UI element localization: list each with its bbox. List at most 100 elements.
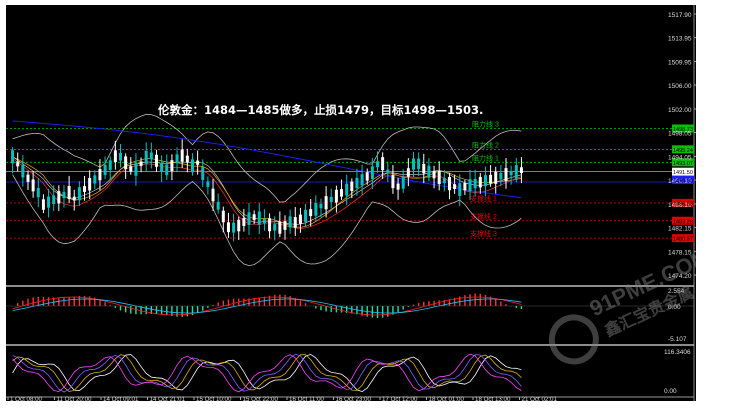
candle-body	[26, 174, 30, 182]
price-tag-label-r2: 1495.24	[673, 148, 693, 154]
candle-body	[206, 181, 210, 187]
candle-body	[247, 212, 251, 225]
candle-body	[262, 219, 266, 224]
candle-body	[401, 176, 405, 189]
macd-axis-label: 0.00	[668, 304, 681, 311]
candle-body	[226, 222, 230, 233]
candle-body	[175, 154, 179, 164]
level-lines: 阻力线 3阻力线 2阻力线 1支撑线 1支撑线 2支撑线 3	[6, 119, 694, 239]
level-label-s3: 支撑线 3	[470, 229, 497, 238]
oscillator-line	[12, 354, 522, 392]
price-axis-label: 1482.15	[668, 226, 692, 233]
candle-body	[119, 152, 123, 161]
macd-panel: 2.554 0.00 -5.107	[6, 288, 694, 343]
candle-body	[216, 201, 220, 210]
candle-body	[406, 168, 410, 177]
candle-body	[52, 195, 56, 204]
oscillator-panel: 116.3406 0.00	[12, 349, 691, 395]
candle-body	[196, 160, 200, 165]
price-axis-label: 1517.90	[668, 12, 692, 19]
candle-body	[442, 178, 446, 184]
candle-body	[149, 152, 153, 160]
oscillator-line	[12, 353, 522, 393]
candle-body	[232, 222, 236, 233]
time-axis-label: 16 Oct 11:00	[289, 396, 325, 401]
candle-body	[298, 214, 302, 224]
macd-axis-label: 2.554	[668, 288, 685, 295]
candle-body	[293, 217, 297, 228]
oscillator-line	[12, 353, 522, 393]
candle-body	[242, 218, 246, 226]
candle-body	[370, 166, 374, 179]
candle-body	[268, 218, 272, 232]
candle-body	[432, 171, 436, 179]
candle-body	[201, 166, 205, 181]
candle-body	[324, 196, 328, 210]
candle-body	[83, 186, 87, 192]
price-tag-label-blue: 1490.10	[673, 179, 693, 185]
candle-body	[483, 175, 487, 187]
candle-body	[478, 176, 482, 188]
chart-svg: 阻力线 3阻力线 2阻力线 1支撑线 1支撑线 2支撑线 3 2.554 0.00…	[6, 5, 696, 401]
candle-body	[463, 183, 467, 191]
osc-axis-label: 0.00	[664, 388, 677, 395]
time-axis-label: 18 Oct 13:00	[475, 396, 511, 401]
candle-body	[453, 184, 457, 189]
candle-body	[88, 177, 92, 191]
candle-body	[47, 196, 51, 208]
candle-body	[427, 165, 431, 178]
oscillator-line	[12, 353, 522, 393]
candle-body	[381, 157, 385, 171]
candle-body	[108, 160, 112, 170]
candle-body	[355, 177, 359, 189]
candle-body	[314, 202, 318, 216]
candle-body	[329, 196, 333, 202]
candle-body	[278, 221, 282, 234]
candle-body	[360, 174, 364, 186]
level-label-r3: 阻力线 3	[472, 119, 499, 128]
time-axis-label: 17 Oct 12:00	[382, 396, 418, 401]
candle-body	[340, 189, 344, 197]
candle-body	[365, 172, 369, 181]
candle-body	[509, 171, 513, 176]
candle-body	[345, 183, 349, 196]
candle-body	[257, 211, 261, 225]
price-axis-label: 1478.15	[668, 249, 692, 256]
time-axis-label: 1 Oct 08:00	[10, 396, 43, 401]
candle-body	[98, 168, 102, 181]
candle-body	[489, 174, 493, 184]
candle-body	[458, 183, 462, 197]
candle-body	[134, 162, 138, 176]
candle-body	[154, 154, 158, 167]
chart-area[interactable]: 阻力线 3 阻力线 2 阻力线 1 支撑线 1 支撑线 2 支撑线 3 2.554 0.00…	[6, 5, 696, 401]
candle-body	[31, 179, 35, 192]
candle-body	[185, 155, 189, 163]
candle-body	[170, 160, 174, 172]
candle-body	[422, 163, 426, 174]
candle-body	[396, 183, 400, 190]
chart-window: 阻力线 3 阻力线 2 阻力线 1 支撑线 1 支撑线 2 支撑线 3 2.554 0.00…	[0, 0, 729, 416]
time-axis-label: 15 Oct 10:00	[196, 396, 232, 401]
candle-body	[36, 187, 40, 198]
candle-body	[190, 159, 194, 173]
candle-body	[160, 162, 164, 172]
candle-body	[41, 199, 45, 210]
candle-body	[334, 189, 338, 203]
time-axis-label: 14 Oct 09:01	[103, 396, 139, 401]
time-axis-label: 11 Oct 20:00	[57, 396, 93, 401]
candle-body	[165, 164, 169, 176]
candle-body	[67, 186, 71, 200]
macd-axis-label: -5.107	[668, 336, 687, 343]
candle-body	[237, 219, 241, 232]
price-axis-label: 1474.20	[668, 273, 692, 280]
candle-body	[113, 150, 117, 163]
candle-body	[386, 169, 390, 174]
price-tag-label-s1: 1486.28	[673, 201, 693, 207]
candle-body	[11, 150, 15, 164]
candle-body	[16, 161, 20, 167]
price-axis-label: 1506.00	[668, 83, 692, 90]
candle-body	[103, 164, 107, 175]
candle-body	[447, 177, 451, 191]
candle-body	[62, 191, 66, 199]
candle-body	[57, 191, 61, 204]
